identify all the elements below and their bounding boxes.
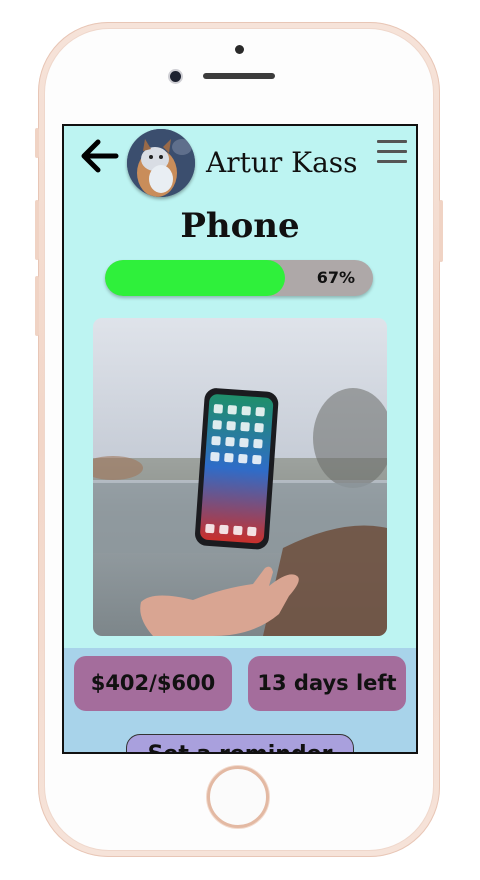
goal-image — [93, 318, 387, 636]
cat-photo — [127, 129, 195, 197]
stats-section: $402/$600 13 days left Set a reminder — [64, 648, 416, 752]
goal-title: Phone — [180, 206, 300, 246]
goal-progress-label: 67% — [316, 268, 355, 287]
app-screen: Artur Kass Phone 67% $402/$600 13 days l… — [62, 124, 418, 754]
phone-volume-up — [35, 200, 39, 260]
set-reminder-button[interactable]: Set a reminder — [126, 734, 354, 752]
goal-progress-fill — [105, 260, 285, 296]
phone-in-hand-photo — [93, 318, 387, 636]
phone-volume-down — [35, 276, 39, 336]
user-name: Artur Kass — [206, 146, 358, 179]
phone-camera — [170, 71, 181, 82]
phone-power-button — [439, 200, 443, 262]
hamburger-menu-icon[interactable] — [377, 140, 407, 164]
phone-side-button — [35, 128, 39, 158]
phone-sensor — [235, 45, 244, 54]
time-left-badge: 13 days left — [248, 656, 406, 711]
saved-amount-badge: $402/$600 — [74, 656, 232, 711]
goal-progress-bar: 67% — [105, 260, 373, 296]
avatar[interactable] — [127, 129, 195, 197]
phone-speaker — [203, 73, 275, 79]
phone-home-button[interactable] — [207, 766, 269, 828]
arrow-left-icon[interactable] — [80, 138, 120, 174]
